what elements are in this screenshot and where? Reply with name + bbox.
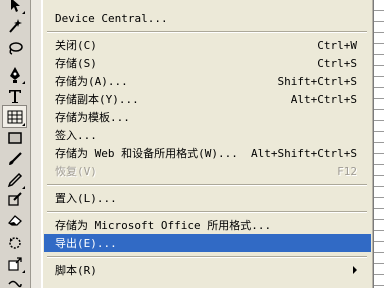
menu-item-label: 存储为 Web 和设备所用格式(W)...: [55, 147, 238, 160]
menu-item-shortcut: Ctrl+S: [317, 56, 357, 70]
selection-arrow-icon[interactable]: [3, 0, 26, 15]
blob-brush-icon[interactable]: [3, 188, 26, 209]
menu-item-shortcut: Ctrl+W: [317, 38, 357, 52]
rectangle-icon[interactable]: [3, 127, 26, 148]
menu-item-place[interactable]: 置入(L)...: [44, 189, 371, 207]
menu-item-label: 存储为模板...: [55, 111, 130, 124]
menu-item-save-copy[interactable]: 存储副本(Y)... Alt+Ctrl+S: [44, 90, 371, 108]
file-menu: Device Central... 关闭(C) Ctrl+W 存储(S) Ctr…: [42, 0, 374, 288]
menu-separator: [47, 211, 367, 213]
menu-separator: [47, 184, 367, 186]
type-icon[interactable]: [3, 85, 26, 106]
grid-icon[interactable]: [2, 105, 27, 128]
menu-separator: [47, 31, 367, 33]
document-area: [374, 0, 384, 288]
lasso-icon[interactable]: [3, 37, 26, 58]
menu-separator: [47, 256, 367, 258]
menu-item-shortcut: Alt+Ctrl+S: [290, 92, 357, 106]
submenu-arrow-icon: [353, 266, 357, 274]
menu-item-shortcut: F12: [337, 164, 357, 178]
magic-wand-icon[interactable]: [3, 15, 26, 36]
menu-item-shortcut: Shift+Ctrl+S: [277, 74, 357, 88]
warp-icon[interactable]: [3, 274, 26, 295]
menu-item-save-ms-office[interactable]: 存储为 Microsoft Office 所用格式...: [44, 216, 371, 234]
menu-item-label: 存储为 Microsoft Office 所用格式...: [55, 219, 272, 232]
menu-item-check-in[interactable]: 签入...: [44, 126, 371, 144]
menu-item-label: 存储(S): [55, 57, 97, 70]
menu-item-save-as[interactable]: 存储为(A)... Shift+Ctrl+S: [44, 72, 371, 90]
scale-icon[interactable]: [3, 253, 26, 274]
menu-item-revert: 恢复(V) F12: [44, 162, 371, 180]
menu-item-save[interactable]: 存储(S) Ctrl+S: [44, 54, 371, 72]
pen-icon[interactable]: [3, 64, 26, 85]
menu-item-label: 存储副本(Y)...: [55, 93, 139, 106]
menu-item-label: 签入...: [55, 129, 97, 142]
pencil-icon[interactable]: [3, 169, 26, 190]
tools-panel: [0, 0, 31, 288]
menu-item-export[interactable]: 导出(E)...: [44, 234, 371, 252]
menu-item-scripts[interactable]: 脚本(R): [44, 261, 371, 279]
panel-gap: [31, 0, 41, 288]
rotate-icon[interactable]: [3, 232, 26, 253]
menu-item-label: 存储为(A)...: [55, 75, 128, 88]
menu-item-label: 置入(L)...: [55, 192, 117, 205]
menu-item-shortcut: Alt+Shift+Ctrl+S: [251, 146, 357, 160]
menu-item-label: 恢复(V): [55, 165, 97, 178]
menu-item-label: 关闭(C): [55, 39, 97, 52]
menu-item-label: Device Central...: [55, 11, 168, 25]
menu-item-device-central[interactable]: Device Central...: [44, 9, 371, 27]
menu-item-save-for-web[interactable]: 存储为 Web 和设备所用格式(W)... Alt+Shift+Ctrl+S: [44, 144, 371, 162]
paintbrush-icon[interactable]: [3, 148, 26, 169]
menu-item-close[interactable]: 关闭(C) Ctrl+W: [44, 36, 371, 54]
menu-item-label: 导出(E)...: [55, 237, 117, 250]
menu-item-label: 脚本(R): [55, 264, 97, 277]
eraser-icon[interactable]: [3, 209, 26, 230]
menu-item-save-as-template[interactable]: 存储为模板...: [44, 108, 371, 126]
